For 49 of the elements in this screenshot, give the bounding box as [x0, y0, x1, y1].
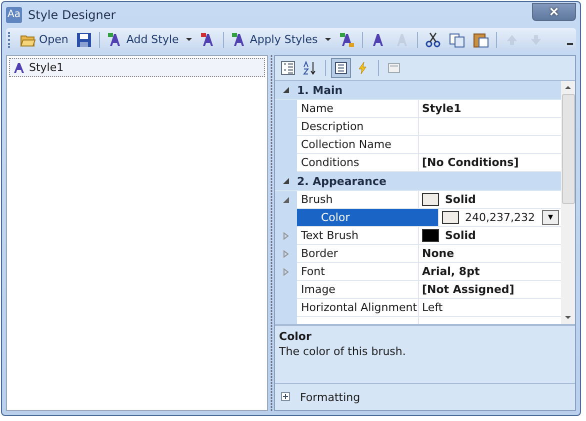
property-value: [Not Assigned]: [422, 283, 514, 296]
property-value: Solid: [445, 229, 476, 242]
property-value: Style1: [422, 102, 462, 115]
window-title: Style Designer: [28, 8, 117, 22]
property-value: [No Conditions]: [422, 156, 519, 169]
property-value: Arial, 8pt: [422, 265, 480, 278]
property-name[interactable]: Collection Name: [297, 136, 419, 154]
property-name[interactable]: Font: [297, 263, 419, 281]
property-value: 240,237,232: [465, 211, 535, 224]
category-header[interactable]: 1. Main: [297, 84, 343, 96]
caret-icon[interactable]: [186, 38, 192, 41]
scrollbar[interactable]: [561, 81, 575, 324]
caret-icon[interactable]: [324, 38, 331, 41]
dropdown-button[interactable]: ▾: [542, 210, 559, 225]
clipboard-icon: [472, 32, 489, 48]
letter-icon: [13, 62, 27, 74]
letter-blocks-icon: [338, 32, 355, 48]
letter-minus-icon: [200, 32, 216, 48]
property-name[interactable]: Border: [297, 245, 419, 263]
letter-arrow-icon: [230, 32, 247, 48]
window-icon: [387, 61, 401, 75]
list-icon: [334, 61, 348, 75]
property-name[interactable]: Color: [297, 209, 439, 227]
properties-view-button[interactable]: [331, 58, 351, 78]
copy-icon: [448, 32, 465, 48]
scissors-icon: [424, 32, 441, 48]
sort-az-icon: [303, 61, 317, 75]
property-value: Solid: [445, 193, 476, 206]
property-value: None: [422, 247, 454, 260]
toolbar-button[interactable]: Apply Styles: [228, 30, 334, 48]
formatting-label[interactable]: Formatting: [300, 390, 360, 404]
close-button[interactable]: ✕: [532, 3, 576, 21]
toolbar-button[interactable]: Open: [17, 30, 72, 48]
toolbar-grip[interactable]: [8, 32, 12, 48]
property-name[interactable]: Name: [297, 100, 419, 118]
collapse-icon[interactable]: [282, 196, 290, 204]
property-name[interactable]: Image: [297, 281, 419, 299]
property-name[interactable]: Text Brush: [297, 227, 419, 245]
description-title: Color: [279, 330, 312, 343]
app-icon: Aa: [6, 7, 22, 23]
property-value: Left: [422, 301, 443, 314]
style-item[interactable]: Style1: [9, 58, 265, 77]
categorized-list-icon: [281, 61, 295, 75]
categorized-view-button[interactable]: [278, 58, 298, 78]
description-text: The color of this brush.: [279, 345, 407, 358]
property-name[interactable]: Horizontal Alignment: [297, 299, 419, 317]
property-name[interactable]: Description: [297, 118, 419, 136]
toolbar-button[interactable]: Add Style: [104, 30, 195, 48]
expand-icon[interactable]: [281, 390, 290, 404]
